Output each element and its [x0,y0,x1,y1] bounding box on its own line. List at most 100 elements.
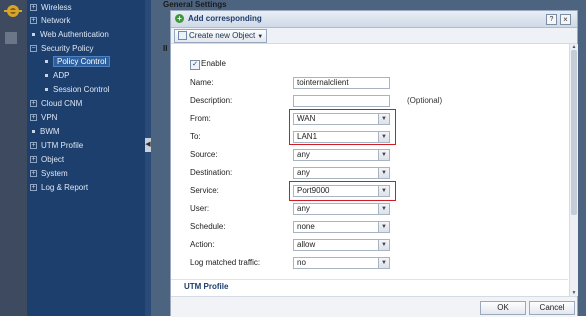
nav-item-label: UTM Profile [41,141,84,150]
chevron-down-icon: ▼ [257,34,264,40]
bullet-icon [45,74,48,78]
add-icon: + [175,14,184,23]
create-new-object-label: Create new Object [189,31,256,40]
user-value: any [297,204,310,213]
destination-select[interactable]: any ▼ [293,167,390,179]
nav-item-label: Wireless [41,3,72,12]
log-label: Log matched traffic: [190,258,261,267]
source-select[interactable]: any ▼ [293,149,390,161]
section-title-partial: II [163,44,168,53]
add-corresponding-dialog: + Add corresponding ? × Create new Objec… [170,10,578,317]
nav-item[interactable]: + VPN [30,111,57,124]
log-select[interactable]: no ▼ [293,257,390,269]
expand-icon[interactable]: + [30,156,37,164]
dropdown-arrow-icon[interactable]: ▼ [378,222,389,232]
expand-icon[interactable]: + [30,184,37,192]
nav-item-label: Object [41,155,65,164]
icon-sidebar [0,0,27,316]
bullet-icon [32,33,35,37]
close-icon[interactable]: × [560,14,571,25]
expand-icon[interactable]: + [30,170,37,178]
nav-item-label: Security Policy [41,44,94,53]
bullet-icon [45,60,48,64]
dialog-footer: OK Cancel [171,296,577,317]
nav-item-label: Log & Report [41,183,89,192]
user-select[interactable]: any ▼ [293,203,390,215]
logo-icon [4,5,22,17]
name-input[interactable]: tointernalclient [293,77,390,89]
cancel-button[interactable]: Cancel [529,301,575,315]
expand-icon[interactable]: + [30,4,37,12]
schedule-select[interactable]: none ▼ [293,221,390,233]
bullet-icon [32,130,35,134]
service-label: Service: [190,186,219,195]
service-highlight [289,181,396,201]
enable-label: Enable [201,59,226,68]
nav-item[interactable]: ADP [43,69,69,82]
nav-item-label: Session Control [53,85,110,94]
nav-item[interactable]: + Cloud CNM [30,97,82,110]
source-value: any [297,150,310,159]
enable-checkbox[interactable]: ✓ [190,60,200,70]
collapse-icon[interactable]: − [30,45,37,53]
bullet-icon [45,88,48,92]
navigation-menu: + Wireless + Network Web Authentication − Secu… [27,0,145,316]
dropdown-arrow-icon[interactable]: ▼ [378,240,389,250]
expand-icon[interactable]: + [30,114,37,122]
utm-profile-section: UTM Profile [184,282,229,291]
destination-label: Destination: [190,168,233,177]
dialog-scrollbar[interactable]: ▲ ▼ [569,44,578,296]
ok-button[interactable]: OK [480,301,526,315]
schedule-label: Schedule: [190,222,226,231]
nav-item[interactable]: + Wireless [30,1,72,14]
expand-icon[interactable]: + [30,17,37,25]
nav-item-label: ADP [53,71,70,80]
nav-item-label: Cloud CNM [41,99,83,108]
nav-item[interactable]: + System [30,167,68,180]
log-value: no [297,258,306,267]
help-icon[interactable]: ? [546,14,557,25]
schedule-value: none [297,222,315,231]
from-label: From: [190,114,211,123]
nav-item-label: BWM [40,127,60,136]
action-label: Action: [190,240,215,249]
to-label: To: [190,132,201,141]
nav-item-label: System [41,169,68,178]
nav-item[interactable]: BWM [30,125,60,138]
nav-item[interactable]: + Object [30,153,64,166]
destination-value: any [297,168,310,177]
nav-item[interactable]: + Network [30,14,70,27]
nav-item[interactable]: Policy Control [43,55,111,68]
scrollbar-thumb[interactable] [571,50,577,215]
nav-item[interactable]: − Security Policy [30,42,93,55]
dialog-titlebar[interactable]: + Add corresponding ? × [171,11,577,28]
action-select[interactable]: allow ▼ [293,239,390,251]
nav-item[interactable]: + UTM Profile [30,139,83,152]
section-title: General Settings [163,0,227,9]
action-value: allow [297,240,316,249]
nav-item[interactable]: Web Authentication [30,28,109,41]
new-object-icon [178,31,187,41]
name-label: Name: [190,78,214,87]
nav-item-label: Policy Control [53,56,111,67]
description-label: Description: [190,96,233,105]
dialog-title: Add corresponding [188,14,262,23]
create-new-object-button[interactable]: Create new Object ▼ [174,29,268,43]
dialog-body: ✓ Enable Name: tointernalclient Descript… [171,44,568,296]
source-label: Source: [190,150,218,159]
nav-item[interactable]: Session Control [43,83,109,96]
nav-item-label: Network [41,16,71,25]
user-label: User: [190,204,210,213]
description-input[interactable] [293,95,390,107]
optional-hint: (Optional) [407,96,443,105]
from-to-highlight [289,109,396,145]
expand-icon[interactable]: + [30,100,37,108]
expand-icon[interactable]: + [30,142,37,150]
dropdown-arrow-icon[interactable]: ▼ [378,168,389,178]
dropdown-arrow-icon[interactable]: ▼ [378,150,389,160]
dropdown-arrow-icon[interactable]: ▼ [378,258,389,268]
dashboard-icon[interactable] [5,32,17,44]
dropdown-arrow-icon[interactable]: ▼ [378,204,389,214]
nav-item[interactable]: + Log & Report [30,181,88,194]
nav-item-label: Web Authentication [40,30,109,39]
